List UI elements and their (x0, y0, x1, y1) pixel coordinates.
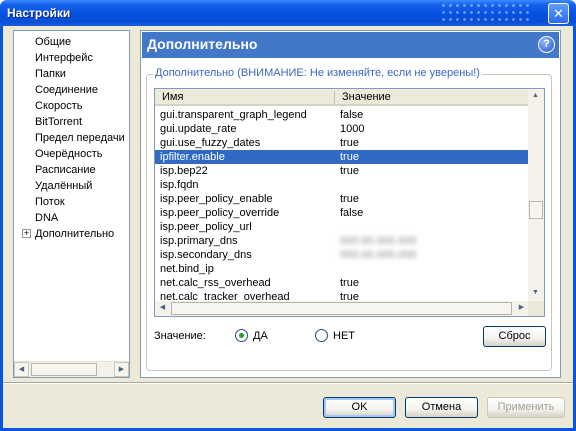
settings-window: Настройки ✕ Общие Интерфейс Папки Соедин… (0, 0, 576, 431)
tree-expand-icon[interactable]: + (22, 229, 31, 238)
scroll-down-icon[interactable]: ▼ (528, 286, 543, 301)
setting-value: false (340, 207, 364, 219)
setting-row[interactable]: net.bind_ip (155, 262, 529, 276)
setting-row[interactable]: gui.update_rate 1000 (155, 122, 529, 136)
value-editor: Значение: ДА НЕТ Сброс (154, 325, 547, 349)
list-vertical-scrollbar[interactable]: ▲ ▼ (528, 89, 544, 301)
scroll-up-icon[interactable]: ▲ (528, 89, 543, 104)
tree-item-queueing[interactable]: Очерёдность (35, 147, 103, 162)
setting-name: gui.transparent_graph_legend (160, 109, 307, 121)
tree-item-connection[interactable]: Соединение (35, 83, 98, 98)
help-icon[interactable]: ? (538, 36, 555, 53)
setting-row[interactable]: isp.fqdn (155, 178, 529, 192)
radio-yes-label[interactable]: ДА (253, 330, 268, 342)
tree-scroll-thumb[interactable] (31, 363, 97, 376)
scroll-right-icon[interactable]: ▶ (114, 362, 129, 377)
setting-name: isp.peer_policy_override (160, 207, 280, 219)
tree-item-bittorrent[interactable]: BitTorrent (35, 115, 82, 130)
setting-row[interactable]: isp.secondary_dns 000.00.000.000 (155, 248, 529, 262)
cancel-button[interactable]: Отмена (405, 397, 478, 418)
advanced-groupbox: Дополнительно (ВНИМАНИЕ: Не изменяйте, е… (146, 67, 552, 371)
setting-row[interactable]: isp.peer_policy_override false (155, 206, 529, 220)
setting-row[interactable]: net.calc_rss_overhead true (155, 276, 529, 290)
radio-selected-dot (239, 333, 244, 338)
radio-no[interactable] (315, 329, 328, 342)
setting-value: true (340, 193, 359, 205)
tree-item-folders[interactable]: Папки (35, 67, 66, 82)
list-scroll-right-icon[interactable]: ▶ (514, 301, 529, 316)
radio-yes[interactable] (235, 329, 248, 342)
setting-name: isp.primary_dns (160, 235, 238, 247)
scroll-corner (528, 301, 544, 316)
setting-value: true (340, 137, 359, 149)
column-separator[interactable] (334, 91, 335, 104)
setting-row[interactable]: isp.primary_dns 000.00.000.000 (155, 234, 529, 248)
setting-row[interactable]: gui.use_fuzzy_dates true (155, 136, 529, 150)
tree-item-streaming[interactable]: Поток (35, 195, 65, 210)
column-header-value[interactable]: Значение (342, 91, 391, 103)
window-title: Настройки (7, 6, 71, 20)
tree-item-remote[interactable]: Удалённый (35, 179, 92, 194)
setting-value: 000.00.000.000 (340, 235, 417, 247)
panel-header: Дополнительно ? (142, 32, 559, 58)
title-decoration (440, 2, 530, 24)
radio-no-label[interactable]: НЕТ (333, 330, 355, 342)
setting-name: isp.peer_policy_enable (160, 193, 273, 205)
setting-name: isp.fqdn (160, 179, 199, 191)
list-hscroll-thumb[interactable] (171, 302, 512, 315)
scroll-left-icon[interactable]: ◀ (14, 362, 29, 377)
tree-item-speed[interactable]: Скорость (35, 99, 83, 114)
setting-name: net.bind_ip (160, 263, 214, 275)
setting-row[interactable]: isp.peer_policy_enable true (155, 192, 529, 206)
footer-divider (3, 382, 573, 384)
setting-row[interactable]: ipfilter.enable true (155, 150, 529, 164)
panel-title: Дополнительно (147, 36, 258, 52)
title-bar[interactable]: Настройки ✕ (0, 0, 576, 26)
tree-item-general[interactable]: Общие (35, 35, 71, 50)
setting-value: 1000 (340, 123, 365, 135)
list-header: Имя Значение (155, 89, 529, 106)
setting-value: 000.00.000.000 (340, 249, 417, 261)
setting-name: gui.update_rate (160, 123, 237, 135)
setting-name: isp.bep22 (160, 165, 208, 177)
close-button[interactable]: ✕ (548, 3, 569, 24)
setting-name: gui.use_fuzzy_dates (160, 137, 261, 149)
setting-row[interactable]: gui.transparent_graph_legend false (155, 108, 529, 122)
setting-value: true (340, 277, 359, 289)
setting-value: true (340, 165, 359, 177)
list-scroll-left-icon[interactable]: ◀ (155, 301, 170, 316)
groupbox-label: Дополнительно (ВНИМАНИЕ: Не изменяйте, е… (153, 67, 482, 79)
setting-row[interactable]: isp.peer_policy_url (155, 220, 529, 234)
apply-button[interactable]: Применить (487, 397, 565, 418)
reset-button[interactable]: Сброс (483, 326, 546, 347)
setting-value: true (340, 151, 359, 163)
tree-item-transfer-cap[interactable]: Предел передачи (35, 131, 125, 146)
advanced-panel: Дополнительно ? Дополнительно (ВНИМАНИЕ:… (140, 30, 561, 378)
list-horizontal-scrollbar[interactable]: ◀ ▶ (155, 301, 529, 316)
list-rows: gui.transparent_graph_legend false gui.upd… (155, 108, 529, 302)
ok-button[interactable]: OK (323, 397, 396, 418)
tree-item-interface[interactable]: Интерфейс (35, 51, 93, 66)
setting-name: ipfilter.enable (160, 151, 225, 163)
setting-name: net.calc_rss_overhead (160, 277, 271, 289)
tree-item-scheduler[interactable]: Расписание (35, 163, 96, 178)
value-label: Значение: (154, 330, 206, 342)
tree-horizontal-scrollbar[interactable]: ◀ ▶ (14, 361, 129, 377)
setting-name: isp.secondary_dns (160, 249, 252, 261)
category-tree: Общие Интерфейс Папки Соединение Скорост… (13, 30, 130, 378)
advanced-settings-list[interactable]: Имя Значение gui.transparent_graph_legen… (154, 88, 545, 317)
setting-value: false (340, 109, 364, 121)
column-header-name[interactable]: Имя (162, 91, 183, 103)
setting-row[interactable]: isp.bep22 true (155, 164, 529, 178)
setting-name: isp.peer_policy_url (160, 221, 252, 233)
dialog-client: Общие Интерфейс Папки Соединение Скорост… (3, 26, 573, 428)
tree-item-dna[interactable]: DNA (35, 211, 58, 226)
tree-item-advanced[interactable]: Дополнительно (35, 227, 114, 242)
list-vscroll-thumb[interactable] (529, 201, 543, 219)
